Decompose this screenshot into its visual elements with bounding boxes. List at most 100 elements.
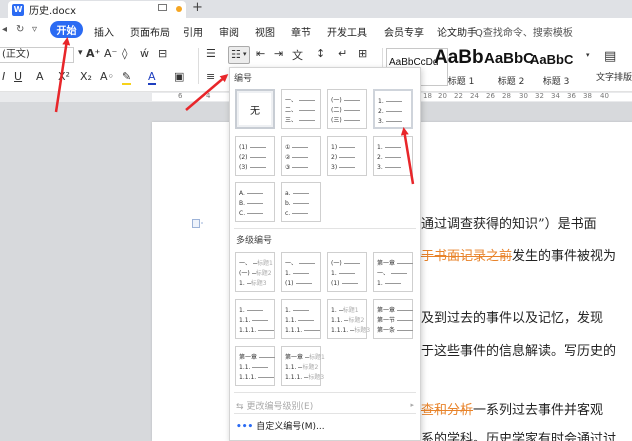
multilevel-numbering-tile[interactable]: 第一章 第一节 第一条 bbox=[373, 299, 414, 339]
font-select[interactable]: (正文) bbox=[0, 47, 74, 63]
paragraph-mark-icon[interactable]: ↵ bbox=[338, 47, 347, 60]
multilevel-numbering-tile[interactable]: 一、 1. (1) bbox=[281, 252, 321, 292]
numbering-tile[interactable]: a. b. c. bbox=[281, 182, 321, 222]
tile-row: b. bbox=[285, 199, 309, 209]
document-line[interactable]: 于这些事件的信息解读。写历史的 bbox=[421, 340, 616, 359]
tile-row: 1.1. 标题2 bbox=[331, 316, 364, 326]
tile-row: 第一章 bbox=[239, 353, 276, 363]
multilevel-numbering-tile[interactable]: 1. 标题1 1.1. 标题2 1.1.1. 标题3 bbox=[327, 299, 370, 339]
underline-icon[interactable]: U bbox=[14, 70, 22, 83]
tile-number-label: 第一章 bbox=[285, 354, 304, 361]
numbering-tile[interactable]: 一、 二、 三、 bbox=[281, 89, 321, 129]
tab-member[interactable]: 会员专享 bbox=[384, 24, 424, 39]
chevron-down-icon: ▾ bbox=[243, 50, 247, 58]
tab-insert[interactable]: 插入 bbox=[94, 24, 114, 39]
tab-view[interactable]: 视图 bbox=[255, 24, 275, 39]
multilevel-numbering-tile[interactable]: 第一章 1.1. 1.1.1. bbox=[235, 346, 276, 386]
tile-row: 1.1.1. 标题3 bbox=[285, 373, 324, 383]
tile-row: ③ bbox=[285, 163, 309, 173]
document-line[interactable]: 系的学科。历史学家有时会通过讨 bbox=[421, 428, 616, 441]
clear-format-icon[interactable]: ◊ bbox=[122, 47, 127, 60]
tile-row: 一、 标题1 bbox=[239, 259, 273, 269]
document-text-run: 通过调查获得的知识”）是书面 bbox=[421, 217, 597, 232]
char-shading-icon[interactable]: ▣ bbox=[174, 70, 184, 83]
document-line[interactable]: 及到过去的事件以及记忆，发现 bbox=[421, 307, 603, 326]
new-tab-plus-icon[interactable]: + bbox=[192, 0, 203, 15]
char-border-icon[interactable]: ⊟ bbox=[158, 47, 167, 60]
tile-row: 一、 bbox=[285, 259, 316, 269]
style-heading-3[interactable]: AaBbC 标题 3 bbox=[526, 48, 586, 86]
pinyin-icon[interactable]: ẃ bbox=[140, 47, 149, 60]
tab-chapter[interactable]: 章节 bbox=[291, 24, 311, 39]
multilevel-numbering-tile[interactable]: 1. 1.1. 1.1.1. bbox=[235, 299, 275, 339]
tile-number-label: 1. bbox=[378, 98, 384, 105]
redo-icon[interactable]: ↻ bbox=[16, 24, 24, 35]
tile-row: 1) bbox=[331, 143, 356, 153]
numbering-none-tile[interactable]: 无 bbox=[235, 89, 275, 129]
chinese-layout-icon[interactable]: 文 bbox=[292, 47, 303, 63]
tab-page-layout[interactable]: 页面布局 bbox=[130, 24, 170, 39]
highlight-icon[interactable]: ✎ bbox=[122, 70, 132, 85]
shrink-font-icon[interactable]: A⁻ bbox=[104, 47, 117, 60]
styles-expand-icon[interactable]: ▾ bbox=[586, 51, 590, 59]
document-line[interactable]: 通过调查获得的知识”）是书面 bbox=[421, 213, 597, 232]
tab-review[interactable]: 审阅 bbox=[219, 24, 239, 39]
multilevel-numbering-tile[interactable]: 第一章 标题1 1.1. 标题2 1.1.1. 标题3 bbox=[281, 346, 325, 386]
numbering-tile[interactable]: 1) 2) 3) bbox=[327, 136, 367, 176]
unsaved-dot-icon bbox=[176, 6, 182, 12]
table-tools-icon[interactable]: ⊞ bbox=[358, 47, 367, 60]
tile-row: 3. bbox=[377, 163, 401, 173]
numbering-tile[interactable]: (1) (2) (3) bbox=[235, 136, 275, 176]
tile-number-label: 第一节 bbox=[377, 317, 396, 324]
text-layout-icon[interactable]: ▤ bbox=[604, 49, 616, 64]
change-level-item[interactable]: ⇆ 更改编号级别(E) bbox=[236, 399, 313, 412]
font-dropdown-icon[interactable]: ▾ bbox=[78, 48, 83, 58]
numbering-tile[interactable]: (一) (二) (三) bbox=[327, 89, 367, 129]
tile-row: 1.1.1. bbox=[239, 326, 275, 336]
tab-thesis-assistant[interactable]: 论文助手 bbox=[437, 24, 477, 39]
numbering-tile[interactable]: ① ② ③ bbox=[281, 136, 321, 176]
multilevel-numbering-tile[interactable]: 1. 1.1. 1.1.1. bbox=[281, 299, 321, 339]
numbering-tile[interactable]: 1. 2. 3. bbox=[373, 136, 413, 176]
increase-indent-icon[interactable]: ⇥ bbox=[274, 47, 283, 60]
document-line[interactable]: 查和分析一系列过去事件并客观 bbox=[421, 399, 603, 418]
tab-home[interactable]: 开始 bbox=[50, 21, 83, 38]
document-line[interactable]: 于书面记录之前发生的事件被视为 bbox=[421, 245, 616, 264]
tile-row: ① bbox=[285, 143, 309, 153]
bullet-list-icon[interactable]: ☰ bbox=[206, 47, 216, 60]
sort-icon[interactable]: ↕ bbox=[316, 47, 325, 60]
tile-row: 1. bbox=[331, 269, 355, 279]
tile-number-label: 1. bbox=[285, 270, 291, 277]
numbering-tile[interactable]: 1. 2. 3. bbox=[373, 89, 413, 129]
tile-number-label: 2. bbox=[378, 108, 384, 115]
strikethrough-icon[interactable]: A bbox=[36, 70, 44, 83]
paragraph-handle-icon[interactable] bbox=[192, 218, 204, 229]
tile-number-label: ③ bbox=[285, 164, 291, 171]
tab-bar: W 历史.docx + bbox=[0, 0, 632, 18]
subscript-icon[interactable]: X₂ bbox=[80, 70, 92, 83]
command-search[interactable]: Q查找命令、搜索模板 bbox=[475, 24, 573, 39]
numbering-tile[interactable]: A. B. C. bbox=[235, 182, 275, 222]
align-left-icon[interactable]: ≡ bbox=[206, 70, 215, 83]
tile-row: 1. 标题3 bbox=[239, 279, 267, 289]
multilevel-numbering-tile[interactable]: (一) 1. (1) bbox=[327, 252, 367, 292]
font-color-icon[interactable]: A bbox=[148, 70, 156, 85]
tab-developer[interactable]: 开发工具 bbox=[327, 24, 367, 39]
text-effect-icon[interactable]: A◦ bbox=[100, 70, 114, 83]
undo-arrow-icon[interactable]: ◂ bbox=[2, 24, 7, 35]
custom-numbering-item[interactable]: ••• 自定义编号(M)... bbox=[236, 419, 325, 432]
decrease-indent-icon[interactable]: ⇤ bbox=[256, 47, 265, 60]
numbered-list-button[interactable]: ☷ ▾ bbox=[228, 46, 250, 64]
monitor-icon[interactable] bbox=[158, 4, 167, 11]
tile-number-label: 二、 bbox=[285, 107, 298, 114]
grow-font-icon[interactable]: A⁺ bbox=[86, 47, 100, 60]
multilevel-numbering-tile[interactable]: 第一章 一、 1. bbox=[373, 252, 414, 292]
text-layout-label[interactable]: 文字排版 bbox=[596, 70, 632, 83]
multilevel-numbering-tile[interactable]: 一、 标题1 (一) 标题2 1. 标题3 bbox=[235, 252, 275, 292]
superscript-icon[interactable]: X² bbox=[58, 70, 70, 83]
quick-access-dropdown-icon[interactable]: ▿ bbox=[32, 24, 37, 35]
tile-number-label: (一) bbox=[239, 270, 250, 277]
document-tab[interactable]: W 历史.docx bbox=[8, 1, 186, 18]
tab-references[interactable]: 引用 bbox=[183, 24, 203, 39]
italic-icon[interactable]: I bbox=[2, 70, 5, 83]
